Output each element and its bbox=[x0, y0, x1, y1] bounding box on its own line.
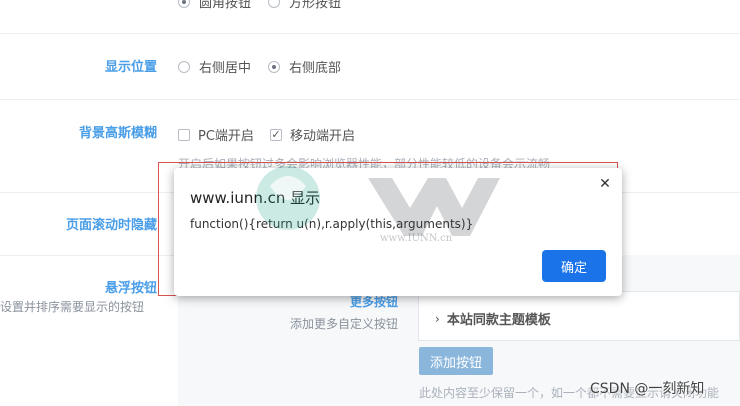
more-buttons-hint: 添加更多自定义按钮 bbox=[289, 317, 398, 331]
radio-label: 右侧居中 bbox=[199, 61, 252, 76]
close-icon[interactable]: ✕ bbox=[597, 176, 613, 192]
checkbox-pc[interactable]: PC端开启 bbox=[178, 125, 254, 144]
dialog-title: www.iunn.cn 显示 bbox=[190, 189, 321, 207]
settings-row-button-style: 圆角按钮 方形按钮 bbox=[0, 0, 740, 34]
csdn-watermark: CSDN @一刻新知 bbox=[590, 381, 705, 397]
alert-dialog: www.iunn.cn 显示 function(){return u(n),r.… bbox=[174, 168, 622, 296]
float-buttons-hint: 设置并排序需要显示的按钮 bbox=[0, 300, 145, 314]
radio-rounded[interactable]: 圆角按钮 bbox=[178, 0, 251, 11]
checkbox-label: 移动端开启 bbox=[290, 129, 356, 144]
radio-indicator bbox=[268, 0, 280, 8]
radio-right-bottom[interactable]: 右侧底部 bbox=[268, 57, 341, 76]
template-item-label: 本站同款主题模板 bbox=[446, 313, 551, 328]
radio-right-center[interactable]: 右侧居中 bbox=[178, 57, 251, 76]
list-item[interactable]: › 本站同款主题模板 bbox=[435, 309, 551, 329]
radio-square[interactable]: 方形按钮 bbox=[268, 0, 341, 11]
scroll-hide-label: 页面滚动时隐藏 bbox=[65, 218, 157, 233]
radio-label: 右侧底部 bbox=[289, 61, 342, 76]
radio-indicator bbox=[268, 60, 280, 73]
ok-button[interactable]: 确定 bbox=[542, 250, 606, 282]
radio-label: 方形按钮 bbox=[289, 0, 342, 11]
radio-indicator bbox=[178, 0, 190, 8]
settings-row-position: 显示位置 右侧居中 右侧底部 bbox=[0, 33, 740, 100]
radio-indicator bbox=[178, 60, 190, 73]
add-button[interactable]: 添加按钮 bbox=[419, 347, 493, 375]
chevron-right-icon: › bbox=[435, 311, 440, 326]
position-label: 显示位置 bbox=[104, 60, 157, 75]
dialog-message: function(){return u(n),r.apply(this,argu… bbox=[190, 217, 474, 231]
blur-label: 背景高斯模糊 bbox=[78, 126, 157, 141]
float-buttons-label: 悬浮按钮 bbox=[104, 281, 157, 296]
checkbox-label: PC端开启 bbox=[198, 129, 254, 144]
checkbox-indicator bbox=[178, 128, 190, 141]
checkbox-mobile[interactable]: ✓ 移动端开启 bbox=[270, 125, 355, 144]
checkmark-icon: ✓ bbox=[270, 127, 282, 141]
buttons-list: › 本站同款主题模板 bbox=[418, 291, 740, 341]
radio-label: 圆角按钮 bbox=[199, 0, 252, 11]
